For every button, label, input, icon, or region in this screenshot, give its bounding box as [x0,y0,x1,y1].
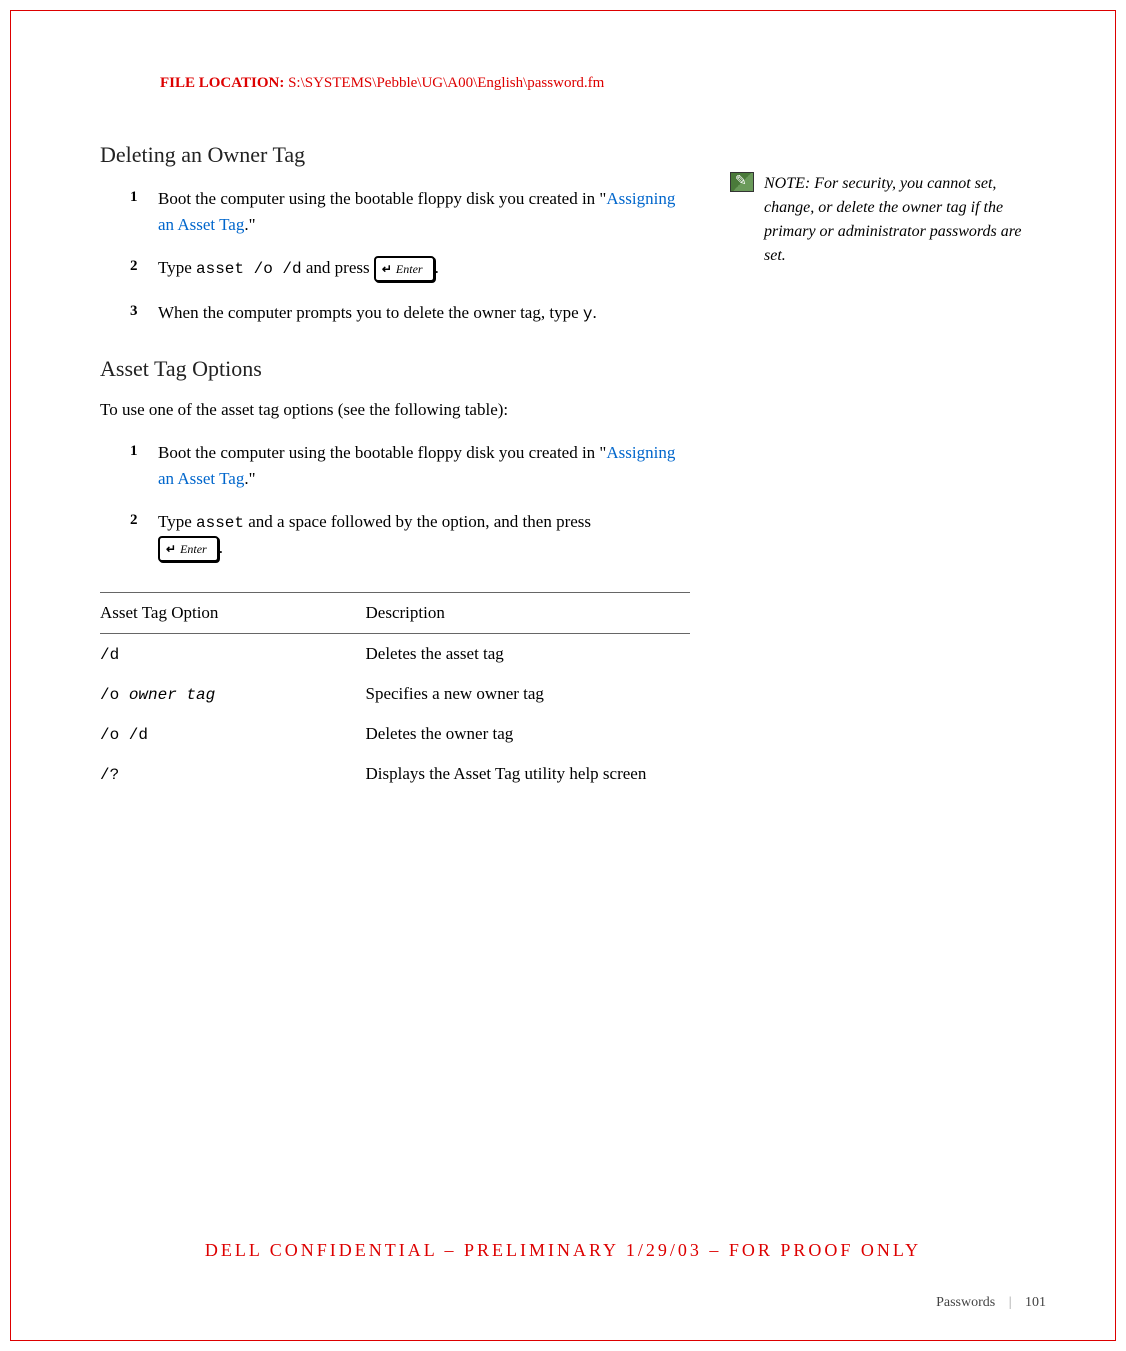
page-footer: Passwords | 101 [936,1295,1046,1311]
footer-page-number: 101 [1025,1295,1046,1310]
note-pencil-icon [730,172,754,192]
footer-divider: | [1009,1295,1012,1310]
page-border [10,10,1116,1341]
footer-section: Passwords [936,1295,995,1310]
confidential-banner: DELL CONFIDENTIAL – PRELIMINARY 1/29/03 … [0,1240,1126,1261]
